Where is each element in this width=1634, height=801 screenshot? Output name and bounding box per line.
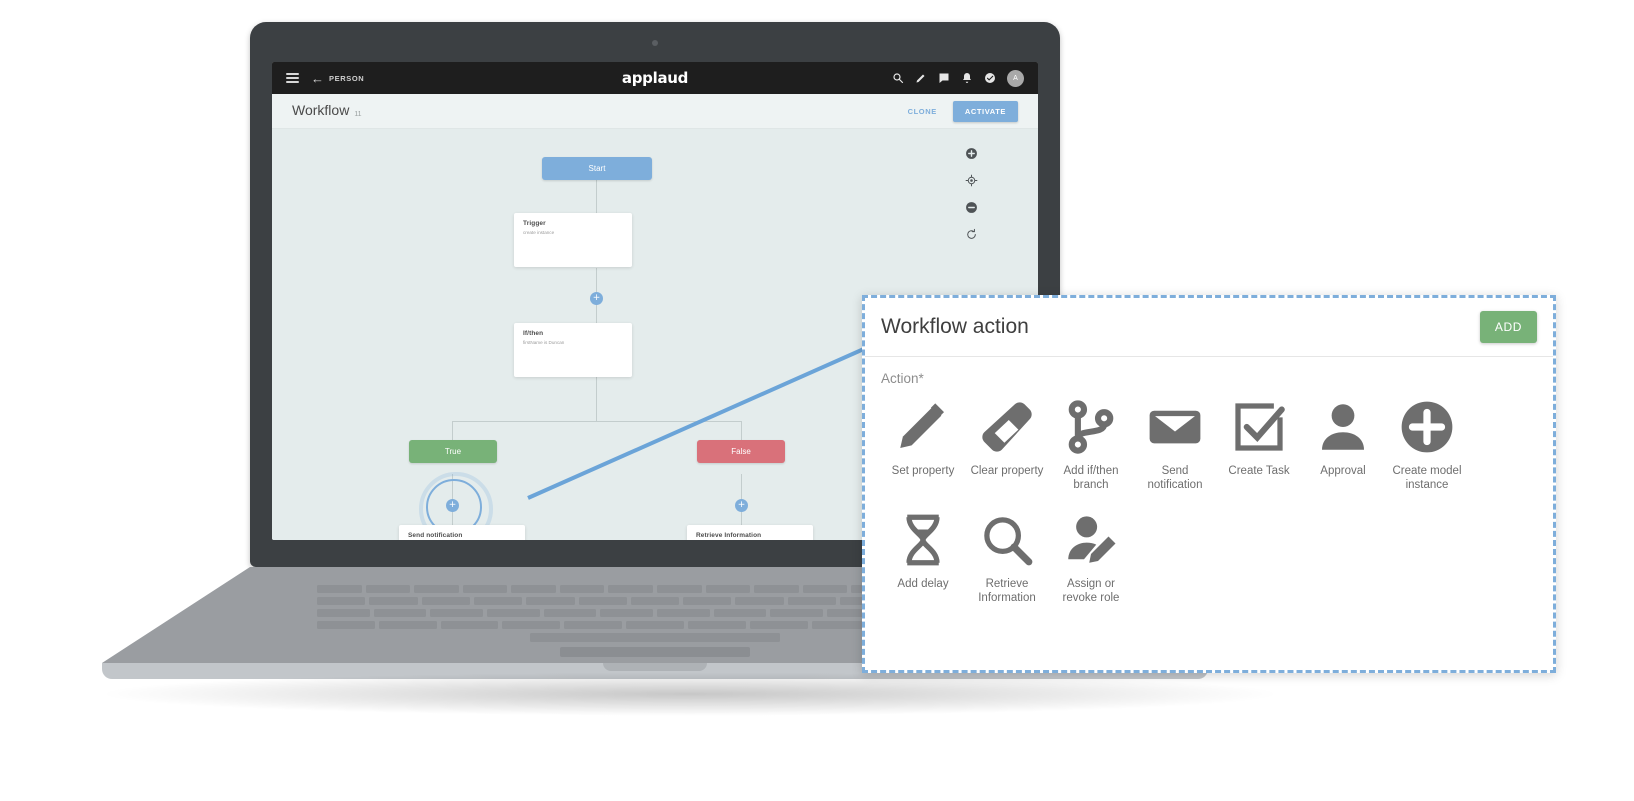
recenter-icon[interactable] bbox=[965, 174, 978, 187]
workflow-action-dialog: Workflow action ADD Action* Set property… bbox=[862, 295, 1556, 673]
action-option-retrieve-information[interactable]: Retrieve Information bbox=[965, 509, 1049, 606]
action-option-approval[interactable]: Approval bbox=[1301, 396, 1385, 493]
action-grid: Set property Clear property Add if/then … bbox=[881, 396, 1537, 622]
add-step-true-button[interactable]: + bbox=[446, 499, 459, 512]
action-label: Add delay bbox=[897, 577, 949, 590]
node-retrieve-information[interactable]: Retrieve Information included Person bbox=[687, 525, 813, 540]
back-label: PERSON bbox=[329, 73, 365, 83]
action-label: Retrieve Information bbox=[978, 577, 1036, 605]
dialog-body: Action* Set property Clear property Add … bbox=[865, 357, 1553, 622]
eraser-icon bbox=[979, 396, 1035, 458]
canvas-zoom-controls bbox=[965, 147, 978, 241]
search-icon[interactable] bbox=[892, 72, 904, 84]
activate-button[interactable]: ACTIVATE bbox=[952, 100, 1018, 122]
bell-icon[interactable] bbox=[961, 72, 973, 84]
plus-circle-icon bbox=[1398, 396, 1456, 458]
edge-ifthen-split bbox=[596, 377, 597, 422]
webcam-icon bbox=[652, 40, 658, 46]
node-ifthen-title: If/then bbox=[523, 330, 544, 337]
page-title: Workflow 11 bbox=[292, 102, 362, 120]
page-title-text: Workflow bbox=[292, 102, 350, 118]
action-field-label: Action* bbox=[881, 371, 924, 386]
dialog-title: Workflow action bbox=[881, 315, 1029, 338]
hourglass-icon bbox=[895, 509, 951, 571]
dialog-header: Workflow action ADD bbox=[865, 298, 1553, 357]
action-option-clear-property[interactable]: Clear property bbox=[965, 396, 1049, 493]
node-trigger[interactable]: Trigger create instance bbox=[514, 213, 632, 267]
clone-button[interactable]: CLONE bbox=[908, 107, 937, 116]
check-circle-icon[interactable] bbox=[984, 72, 996, 84]
node-trigger-title: Trigger bbox=[523, 220, 546, 227]
add-button[interactable]: ADD bbox=[1479, 311, 1537, 343]
node-start[interactable]: Start bbox=[542, 157, 652, 180]
add-step-false-button[interactable]: + bbox=[735, 499, 748, 512]
node-ifthen[interactable]: If/then firstName is Duncan bbox=[514, 323, 632, 377]
trackpad bbox=[560, 647, 750, 657]
envelope-icon bbox=[1146, 396, 1204, 458]
avatar[interactable]: A bbox=[1007, 69, 1024, 87]
person-edit-icon bbox=[1063, 509, 1119, 571]
action-option-create-task[interactable]: Create Task bbox=[1217, 396, 1301, 493]
app-top-bar: ← PERSON applaud A bbox=[272, 62, 1038, 94]
action-label: Assign or revoke role bbox=[1062, 577, 1120, 605]
node-send-notification-title: Send notification bbox=[408, 532, 463, 539]
action-label: Create model instance bbox=[1392, 465, 1462, 492]
branch-icon bbox=[1063, 396, 1119, 458]
action-option-add-delay[interactable]: Add delay bbox=[881, 509, 965, 606]
laptop-front-notch bbox=[603, 663, 707, 671]
page-title-bar: Workflow 11 CLONE ACTIVATE bbox=[272, 94, 1038, 129]
magnifier-icon bbox=[979, 509, 1035, 571]
person-icon bbox=[1315, 396, 1371, 458]
node-send-notification[interactable]: Send notification The new person has joi… bbox=[399, 525, 525, 540]
node-true-branch[interactable]: True bbox=[409, 440, 497, 463]
action-option-add-ifthen-branch[interactable]: Add if/then branch bbox=[1049, 396, 1133, 493]
action-label: Add if/then branch bbox=[1063, 465, 1119, 492]
action-label: Create Task bbox=[1228, 465, 1290, 477]
action-option-set-property[interactable]: Set property bbox=[881, 396, 965, 493]
action-label: Clear property bbox=[970, 465, 1044, 477]
back-to-person-link[interactable]: ← PERSON bbox=[311, 72, 364, 85]
node-false-branch[interactable]: False bbox=[697, 440, 785, 463]
hamburger-icon[interactable] bbox=[286, 73, 299, 83]
action-option-send-notification[interactable]: Send notification bbox=[1133, 396, 1217, 493]
workflow-number: 11 bbox=[354, 111, 362, 118]
action-label: Send notification bbox=[1147, 465, 1203, 492]
action-label: Set property bbox=[891, 465, 955, 477]
chat-icon[interactable] bbox=[938, 72, 950, 84]
zoom-in-icon[interactable] bbox=[965, 147, 978, 160]
pencil-icon bbox=[895, 396, 951, 458]
action-label: Approval bbox=[1320, 465, 1366, 477]
node-trigger-subtitle: create instance bbox=[523, 230, 555, 235]
action-option-create-model-instance[interactable]: Create model instance bbox=[1385, 396, 1469, 493]
edge-split-horizontal bbox=[452, 421, 742, 422]
reset-icon[interactable] bbox=[965, 228, 978, 241]
task-check-icon bbox=[1231, 396, 1287, 458]
action-option-assign-or-revoke-role[interactable]: Assign or revoke role bbox=[1049, 509, 1133, 606]
arrow-left-icon: ← bbox=[311, 70, 324, 86]
edge-start-trigger bbox=[596, 179, 597, 217]
zoom-out-icon[interactable] bbox=[965, 201, 978, 214]
node-ifthen-subtitle: firstName is Duncan bbox=[523, 340, 565, 345]
add-step-trigger-button[interactable]: + bbox=[590, 292, 603, 305]
pencil-icon[interactable] bbox=[915, 72, 927, 84]
laptop-shadow bbox=[95, 672, 1285, 716]
node-retrieve-information-title: Retrieve Information bbox=[696, 532, 762, 539]
